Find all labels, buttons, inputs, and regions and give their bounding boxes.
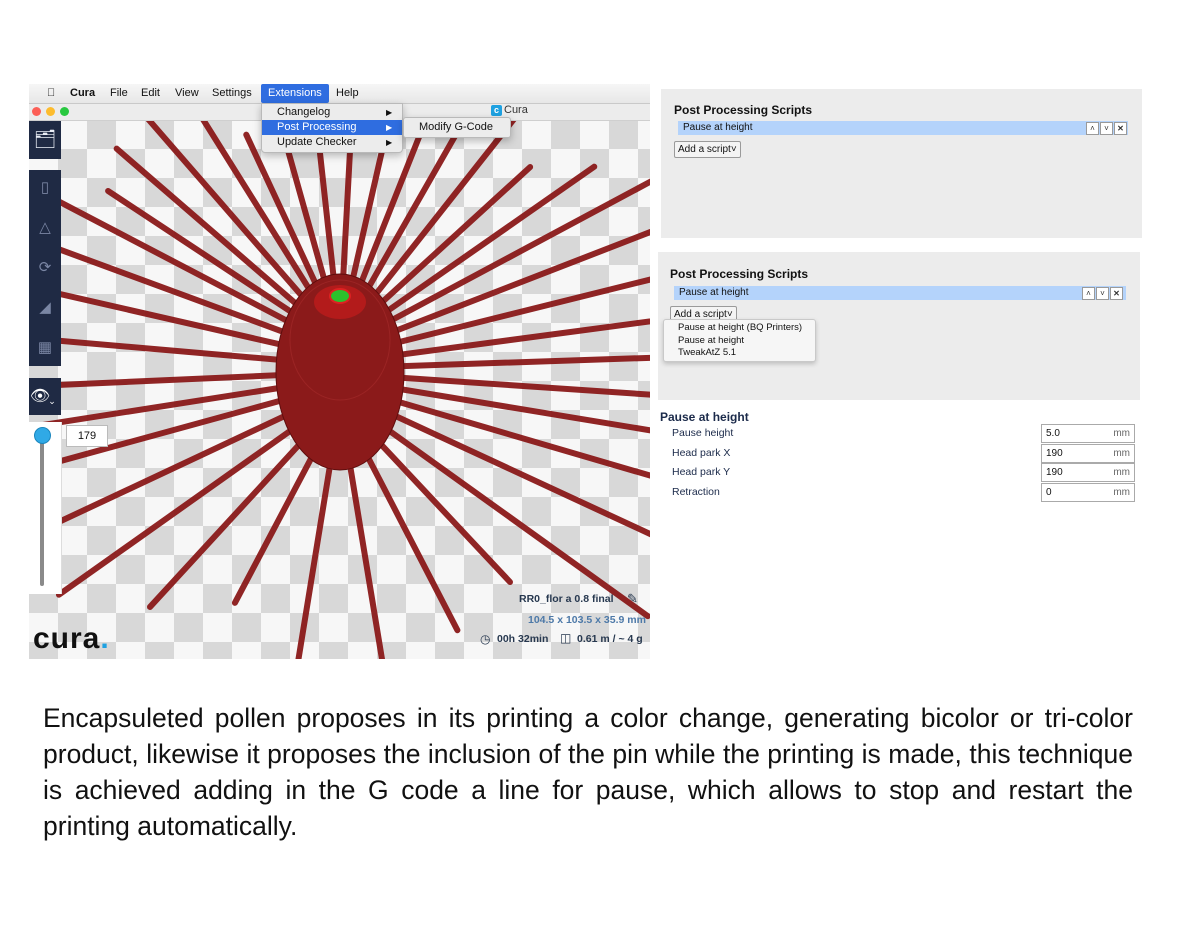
cura-logo: cura. [33,622,110,655]
menu-file[interactable]: File [103,84,135,103]
folder-icon: 🗂 [33,129,57,149]
move-down-icon[interactable]: ˅ [1100,122,1113,135]
pin-hole [329,288,351,304]
move-up-icon[interactable]: ˄ [1082,287,1095,300]
scale-tool-icon[interactable]: △ [29,218,61,236]
menu-edit[interactable]: Edit [134,84,167,103]
chevron-down-icon: ˅ [730,144,737,155]
script-row[interactable]: Pause at height ˄ ˅ ✕ [674,286,1126,300]
post-processing-panel: Post Processing Scripts Pause at height … [661,89,1142,238]
close-window-button[interactable] [32,107,41,116]
clock-icon: ◷ [480,632,491,646]
panel-title: Post Processing Scripts [674,103,813,117]
head-park-y-input[interactable]: 190 mm [1041,463,1135,482]
pause-height-label: Pause height [672,427,734,439]
head-park-x-input[interactable]: 190 mm [1041,444,1135,463]
script-row[interactable]: Pause at height ˄ ˅ ✕ [678,121,1128,135]
chevron-right-icon: ▶ [386,108,393,117]
menu-extensions[interactable]: Extensions [261,84,329,103]
menu-bar:  Cura File Edit View Settings Extension… [29,84,650,104]
view-mode-button[interactable]: 👁 ⌄ [29,378,61,415]
rotate-tool-icon[interactable]: ⟳ [29,258,61,276]
extensions-menu: Changelog ▶ Post Processing ▶ Update Check… [261,103,403,153]
pin-strand [376,354,650,370]
chevron-right-icon: ▶ [386,138,393,147]
menu-item-update-checker[interactable]: Update Checker ▶ [262,135,402,150]
menu-app[interactable]: Cura [63,84,102,103]
layer-number-input[interactable]: 179 [66,425,108,447]
open-file-button[interactable]: 🗂 [29,121,61,159]
menu-view[interactable]: View [168,84,206,103]
chevron-down-icon: ⌄ [48,396,56,406]
layer-slider-track[interactable] [40,436,44,586]
menu-item-changelog[interactable]: Changelog ▶ [262,105,402,120]
print-time: 00h 32min [497,633,549,645]
spool-icon: ◫ [560,631,572,645]
pin-strand [113,145,320,325]
material-usage: 0.61 m / ~ 4 g [577,633,643,645]
menu-settings[interactable]: Settings [205,84,259,103]
cura-window:  Cura File Edit View Settings Extension… [29,84,650,659]
pause-height-input[interactable]: 5.0 mm [1041,424,1135,443]
pencil-icon[interactable]: ✎ [627,591,638,607]
job-name: RR0_flor a 0.8 final [519,593,614,605]
dropdown-item-pause-bq[interactable]: Pause at height (BQ Printers) [678,322,802,333]
tool-panel: ▯ △ ⟳ ◢ ▦ [29,170,61,366]
window-title: c Cura [491,104,528,116]
mirror-tool-icon[interactable]: ◢ [29,298,61,316]
cura-app-icon: c [491,105,502,116]
head-park-y-label: Head park Y [672,466,731,478]
pin-strand [359,164,534,324]
remove-icon[interactable]: ✕ [1114,122,1127,135]
zoom-window-button[interactable] [60,107,69,116]
menu-item-post-processing[interactable]: Post Processing ▶ [262,120,402,135]
add-script-dropdown: Pause at height (BQ Printers) Pause at h… [663,319,816,362]
pause-settings-title: Pause at height [660,410,749,424]
menu-help[interactable]: Help [329,84,366,103]
model-preview[interactable] [29,120,650,659]
move-up-icon[interactable]: ˄ [1086,122,1099,135]
dropdown-item-tweakatz[interactable]: TweakAtZ 5.1 [678,347,736,358]
per-model-settings-icon[interactable]: ▦ [29,338,61,356]
chevron-right-icon: ▶ [386,123,393,132]
layer-slider-handle[interactable] [34,427,51,444]
add-script-button[interactable]: Add a script˅ [674,141,741,158]
menu-item-modify-gcode[interactable]: Modify G-Code [419,118,493,137]
retraction-label: Retraction [672,486,720,498]
head-park-x-label: Head park X [672,447,731,459]
dropdown-item-pause-height[interactable]: Pause at height [678,335,744,346]
caption-text: Encapsuleted pollen proposes in its prin… [43,703,1133,841]
model-dimensions: 104.5 x 103.5 x 35.9 mm [528,614,646,626]
apple-icon[interactable]:  [40,84,62,103]
panel-title: Post Processing Scripts [670,267,809,281]
layer-slider-panel [29,422,62,594]
move-down-icon[interactable]: ˅ [1096,287,1109,300]
minimize-window-button[interactable] [46,107,55,116]
remove-icon[interactable]: ✕ [1110,287,1123,300]
post-processing-submenu: Modify G-Code [403,117,511,138]
pin-strand [367,178,650,335]
translate-tool-icon[interactable]: ▯ [29,178,61,196]
retraction-input[interactable]: 0 mm [1041,483,1135,502]
pin-strand [29,182,312,336]
